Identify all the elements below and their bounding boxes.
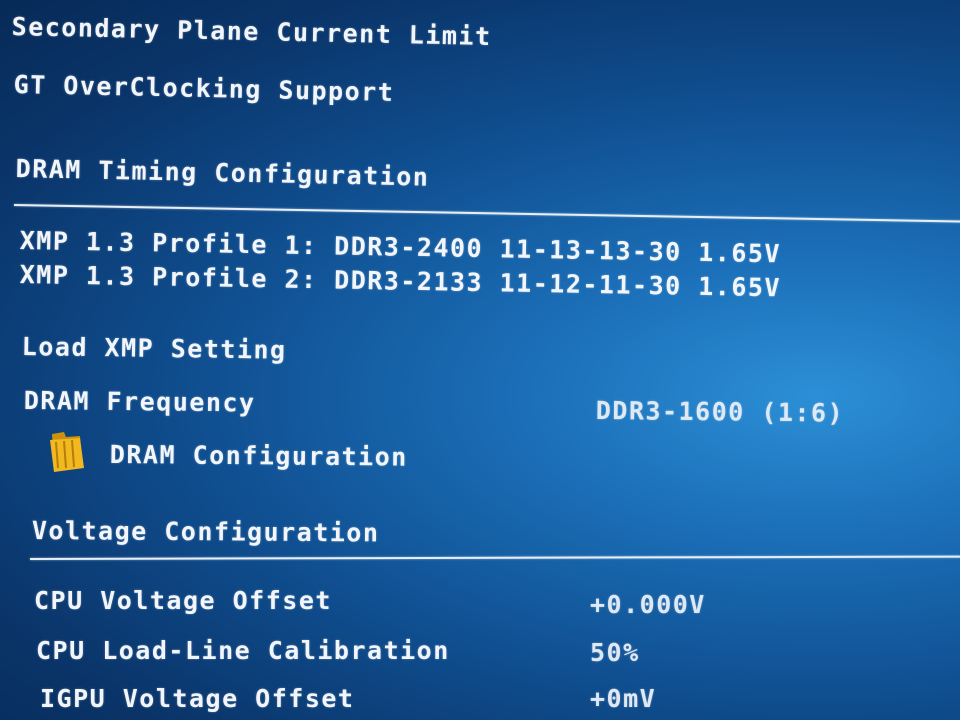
cpu-voltage-offset-value[interactable]: +0.000V <box>590 590 706 619</box>
cpu-load-line-calibration-label[interactable]: CPU Load-Line Calibration <box>36 636 450 665</box>
secondary-plane-current-limit-item[interactable]: Secondary Plane Current Limit <box>11 12 492 51</box>
igpu-voltage-offset-label[interactable]: IGPU Voltage Offset <box>40 684 354 713</box>
voltage-configuration-heading: Voltage Configuration <box>31 516 380 548</box>
igpu-voltage-offset-value[interactable]: +0mV <box>590 684 656 713</box>
dram-configuration-item[interactable]: DRAM Configuration <box>110 440 408 472</box>
section-divider <box>13 204 960 223</box>
dram-frequency-label[interactable]: DRAM Frequency <box>24 386 256 417</box>
dram-frequency-value[interactable]: DDR3-1600 (1:6) <box>596 396 845 428</box>
dram-timing-configuration-heading: DRAM Timing Configuration <box>15 154 430 192</box>
bios-screen: Secondary Plane Current Limit GT OverClo… <box>0 0 960 720</box>
load-xmp-setting-item[interactable]: Load XMP Setting <box>22 332 287 365</box>
folder-icon <box>50 432 84 472</box>
xmp-profile-2-info: XMP 1.3 Profile 2: DDR3-2133 11-12-11-30… <box>19 260 782 303</box>
cpu-load-line-calibration-value[interactable]: 50% <box>590 638 640 667</box>
section-divider <box>30 555 960 560</box>
gt-overclocking-support-item[interactable]: GT OverClocking Support <box>13 70 394 107</box>
cpu-voltage-offset-label[interactable]: CPU Voltage Offset <box>34 586 332 615</box>
